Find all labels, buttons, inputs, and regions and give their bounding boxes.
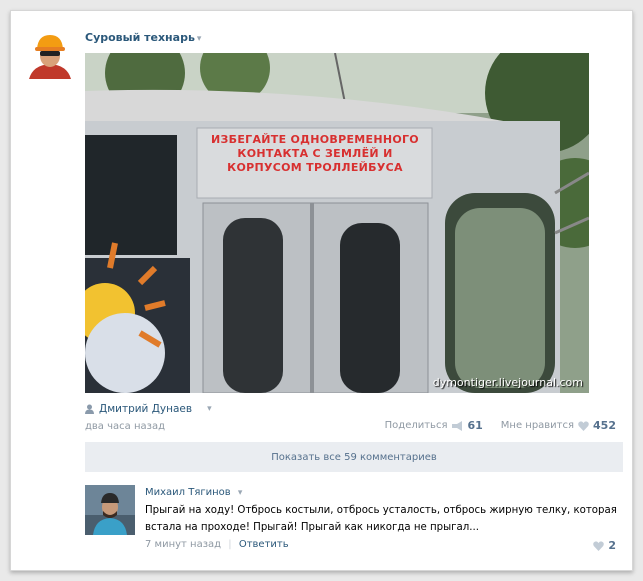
commenter-photo bbox=[85, 485, 135, 535]
megaphone-icon bbox=[452, 420, 463, 431]
comment-footer: 7 минут назад | Ответить bbox=[145, 539, 289, 550]
comment-avatar[interactable] bbox=[85, 485, 135, 535]
share-label[interactable]: Поделиться bbox=[385, 420, 448, 431]
post-author[interactable]: Суровый технарь ▾ bbox=[85, 31, 201, 44]
comment-time[interactable]: 7 минут назад bbox=[145, 539, 221, 550]
engineer-avatar-icon bbox=[25, 29, 75, 79]
signed-user[interactable]: Дмитрий Дунаев ▾ bbox=[85, 403, 212, 415]
author-menu-caret-icon[interactable]: ▾ bbox=[197, 34, 202, 44]
share-count: 61 bbox=[467, 419, 483, 432]
comment-text: Прыгай на ходу! Отбрось костыли, отбрось… bbox=[145, 505, 617, 533]
heart-icon bbox=[593, 540, 605, 551]
show-all-comments-button[interactable]: Показать все 59 комментариев bbox=[85, 442, 623, 472]
post-time[interactable]: два часа назад bbox=[85, 421, 165, 432]
heart-icon bbox=[578, 420, 589, 431]
comment-footer-separator: | bbox=[228, 539, 232, 550]
post-author-name[interactable]: Суровый технарь bbox=[85, 31, 195, 44]
comment-author-caret-icon[interactable]: ▾ bbox=[238, 488, 243, 498]
comment-author[interactable]: Михаил Тягинов ▾ bbox=[145, 487, 242, 498]
user-icon bbox=[85, 404, 94, 414]
post-photo[interactable]: ИЗБЕГАЙТЕ ОДНОВРЕМЕННОГО КОНТАКТА С ЗЕМЛ… bbox=[85, 53, 589, 393]
share-button[interactable]: Поделиться 61 bbox=[385, 419, 483, 432]
post-card: Суровый технарь ▾ ИЗБЕГАЙТЕ ОДНОВРЕМЕННО… bbox=[10, 10, 633, 571]
trolleybus-photo bbox=[85, 53, 589, 393]
like-count: 452 bbox=[593, 419, 616, 432]
like-button[interactable]: Мне нравится 452 bbox=[501, 419, 616, 432]
comment-like-count: 2 bbox=[608, 539, 616, 552]
comment-author-name[interactable]: Михаил Тягинов bbox=[145, 487, 231, 498]
photo-watermark: dymontiger.livejournal.com bbox=[432, 376, 583, 389]
signed-user-name[interactable]: Дмитрий Дунаев bbox=[99, 403, 192, 415]
comment-like-button[interactable]: 2 bbox=[593, 539, 616, 552]
reply-link[interactable]: Ответить bbox=[239, 539, 289, 550]
photo-sign-text: ИЗБЕГАЙТЕ ОДНОВРЕМЕННОГО КОНТАКТА С ЗЕМЛ… bbox=[211, 133, 419, 174]
signed-user-caret-icon[interactable]: ▾ bbox=[207, 404, 212, 414]
like-label[interactable]: Мне нравится bbox=[501, 420, 574, 431]
author-avatar[interactable] bbox=[25, 29, 75, 79]
post-stats: Поделиться 61 Мне нравится 452 bbox=[385, 419, 616, 432]
